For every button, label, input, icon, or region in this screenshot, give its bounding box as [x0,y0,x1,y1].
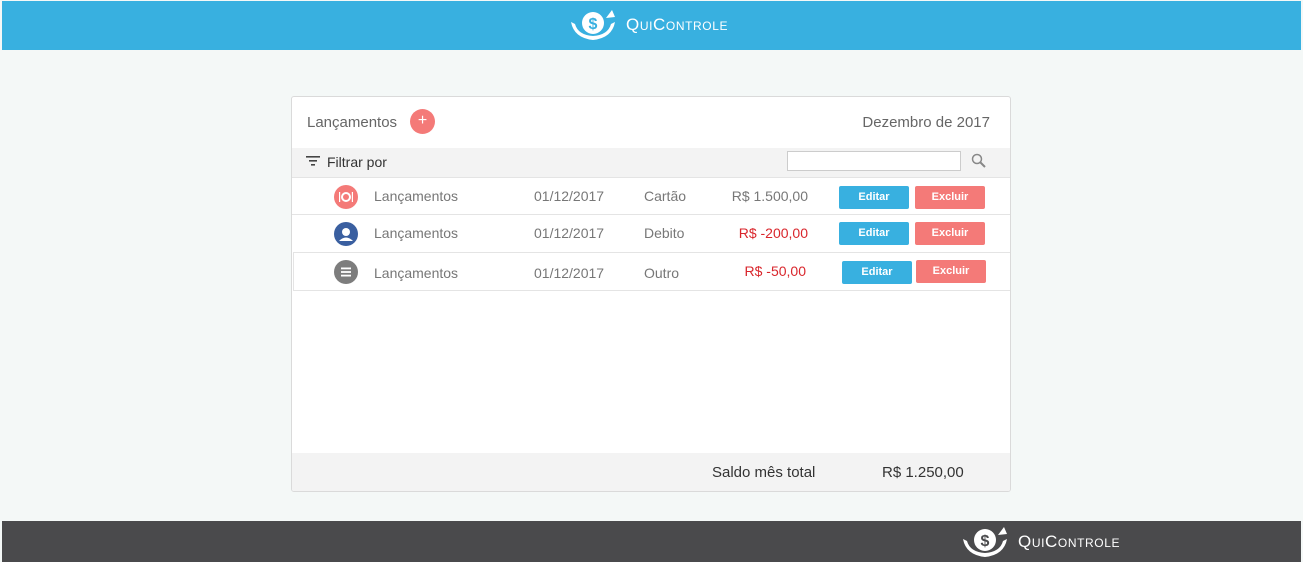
entry-description: Lançamentos [374,188,459,204]
search-input[interactable] [787,151,961,171]
month-label: Dezembro de 2017 [862,114,990,131]
edit-button[interactable]: Editar [839,222,909,245]
delete-button[interactable]: Excluir [915,222,985,245]
list-icon [334,260,358,284]
entry-type: Cartão [644,188,687,204]
money-hands-icon: $ [571,10,615,40]
search-icon[interactable] [971,153,987,169]
money-hands-icon: $ [963,527,1007,557]
filter-bar: Filtrar por [292,148,1010,177]
table-row: Lançamentos 01/12/2017 Outro R$ -50,00 E… [293,252,1010,291]
delete-button[interactable]: Excluir [916,260,986,283]
table-row: Lançamentos 01/12/2017 Debito R$ -200,00… [292,214,1010,251]
brand-name: QuiControle [626,15,729,34]
edit-button[interactable]: Editar [839,186,909,209]
edit-button[interactable]: Editar [842,261,912,284]
entry-description: Lançamentos [374,265,459,281]
dining-icon [334,185,358,209]
delete-button[interactable]: Excluir [915,186,985,209]
total-label: Saldo mês total [712,464,816,481]
entry-date: 01/12/2017 [534,265,605,281]
person-icon [334,222,358,246]
entry-description: Lançamentos [374,225,459,241]
footer-bar: $ QuiControle [2,521,1301,562]
filter-icon[interactable] [306,155,320,167]
entry-value: R$ -50,00 [744,263,806,279]
add-entry-button[interactable]: + [410,109,435,134]
brand-logo[interactable]: $ QuiControle [960,525,1120,559]
total-value: R$ 1.250,00 [882,464,964,481]
brand-name: QuiControle [1018,532,1121,551]
entry-value: R$ 1.500,00 [731,188,808,204]
entries-card: Lançamentos + Dezembro de 2017 Filtrar p… [291,96,1011,492]
svg-text:$: $ [981,533,990,550]
table-row: Lançamentos 01/12/2017 Cartão R$ 1.500,0… [292,177,1010,214]
entry-type: Outro [644,265,680,281]
card-footer: Saldo mês total R$ 1.250,00 [292,453,1010,491]
entry-type: Debito [644,225,685,241]
top-bar: $ QuiControle [2,1,1301,50]
entry-date: 01/12/2017 [534,225,605,241]
card-title: Lançamentos [307,114,398,131]
filter-label[interactable]: Filtrar por [327,154,387,170]
entry-value: R$ -200,00 [738,225,808,241]
entry-date: 01/12/2017 [534,188,605,204]
brand-logo[interactable]: $ QuiControle [568,8,728,42]
svg-text:$: $ [589,16,598,33]
